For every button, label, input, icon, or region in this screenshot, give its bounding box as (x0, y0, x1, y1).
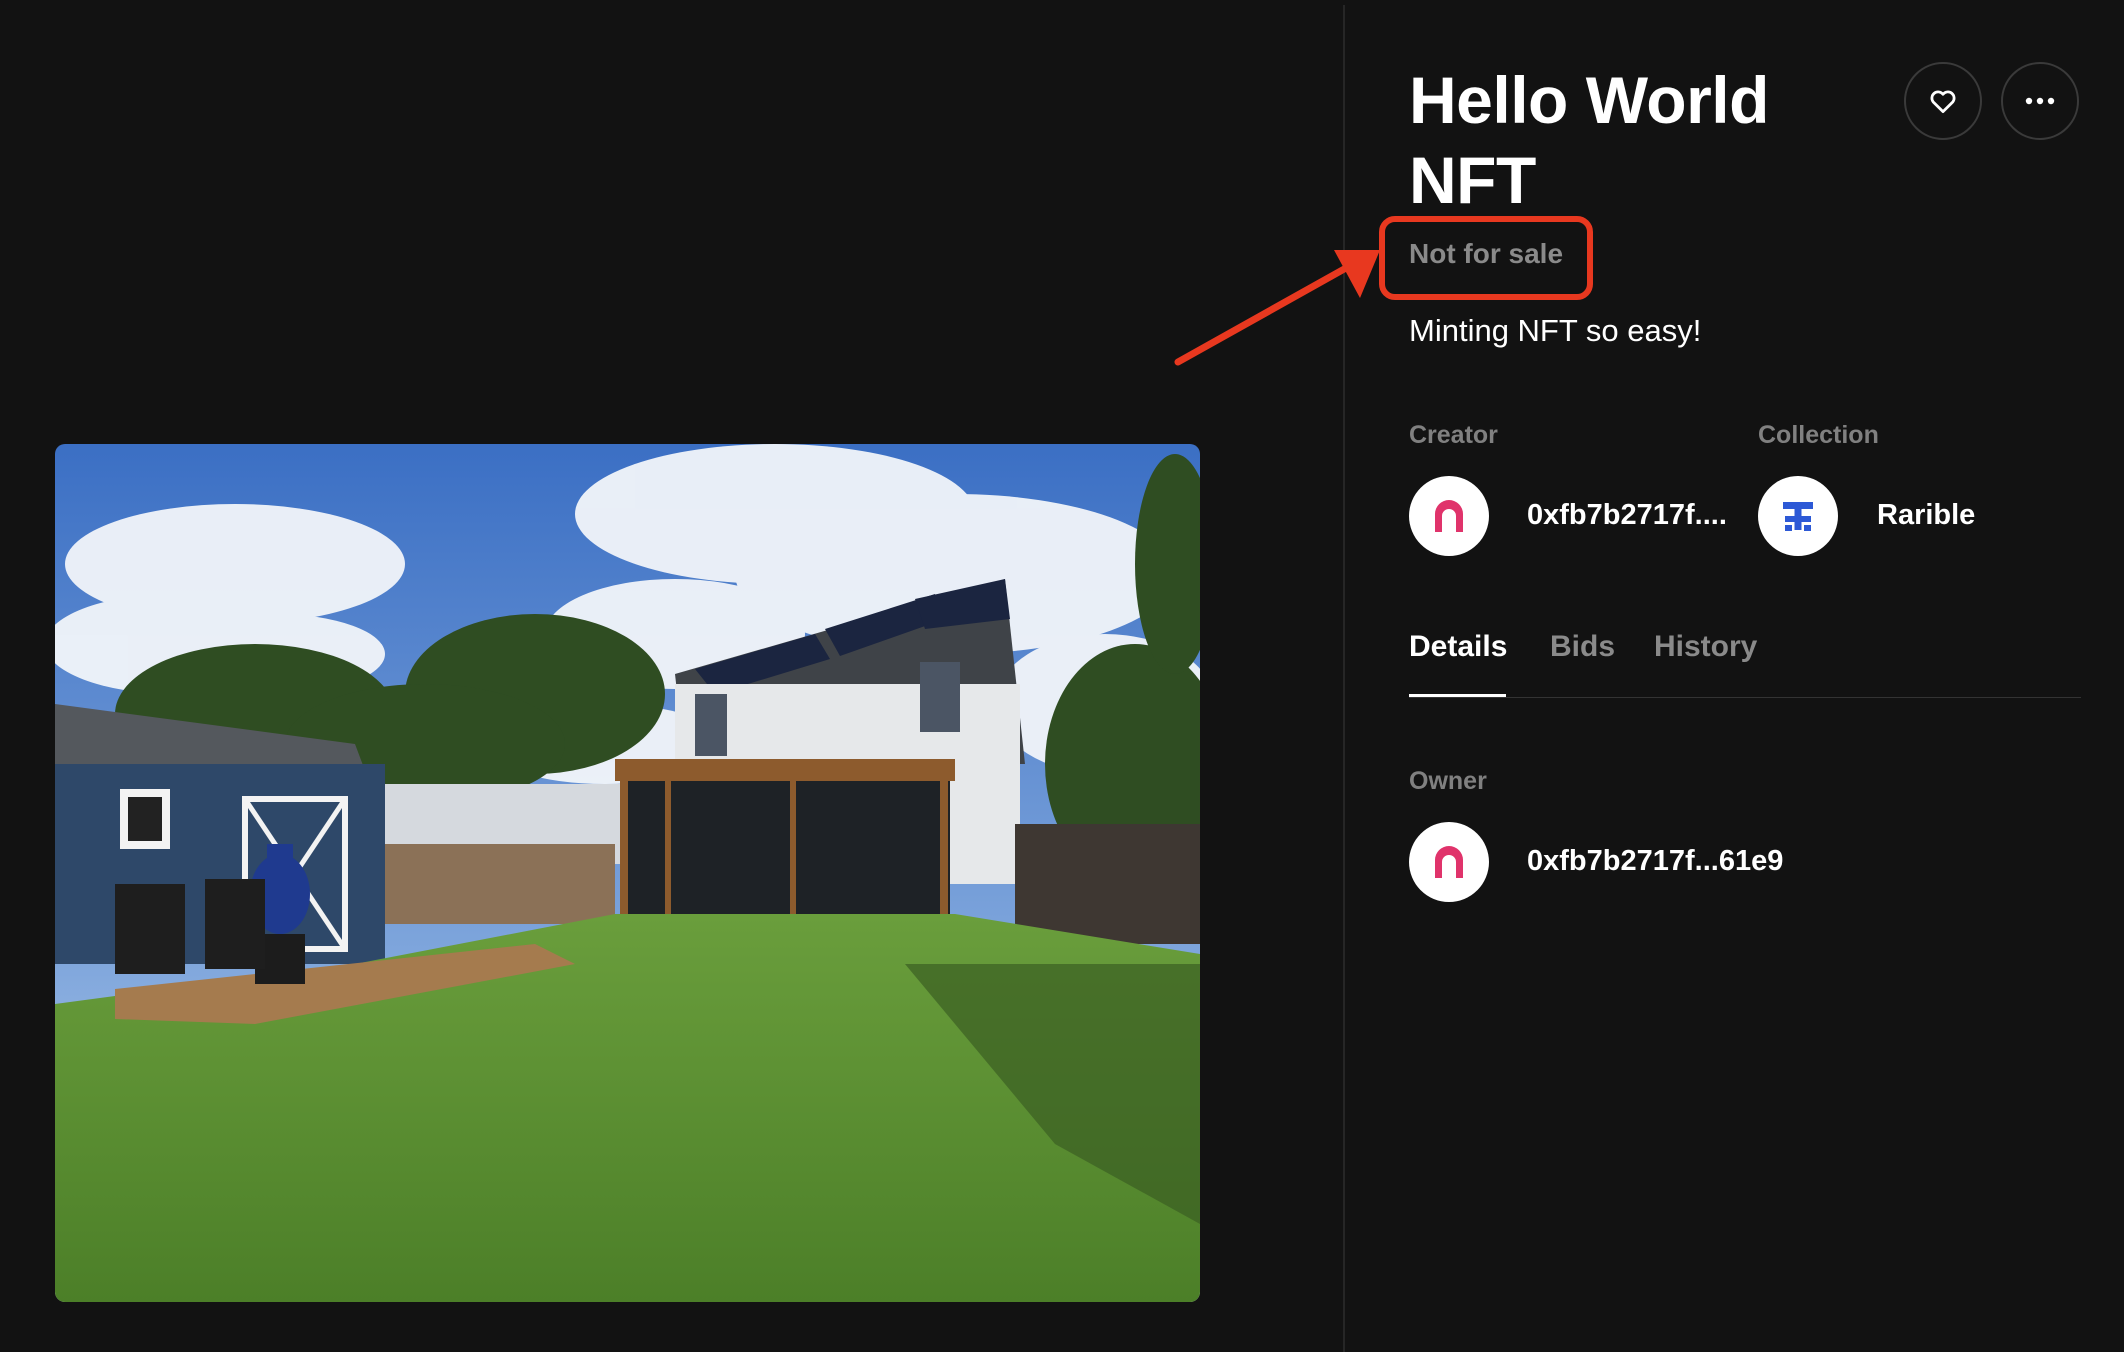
nft-artwork-image[interactable] (55, 444, 1200, 1302)
arch-avatar-icon (1435, 846, 1463, 878)
owner-address-link[interactable]: 0xfb7b2717f...61e9 (1527, 845, 1783, 878)
owner-label: Owner (1409, 767, 1487, 795)
more-horizontal-icon (2025, 97, 2055, 105)
rarible-logo-icon (1783, 502, 1813, 531)
annotation-arrow-icon (1174, 250, 1380, 366)
creator-address-link[interactable]: 0xfb7b2717f.... (1527, 499, 1727, 532)
nft-title: Hello World NFT (1409, 63, 1769, 217)
tab-history[interactable]: History (1654, 630, 1757, 664)
owner-avatar[interactable] (1409, 822, 1489, 902)
nft-description: Minting NFT so easy! (1409, 313, 1702, 348)
tabs-divider (1409, 697, 2081, 698)
tab-details[interactable]: Details (1409, 630, 1507, 664)
more-options-button[interactable] (2001, 62, 2079, 140)
arch-avatar-icon (1435, 500, 1463, 532)
creator-label: Creator (1409, 421, 1498, 449)
collection-avatar[interactable] (1758, 476, 1838, 556)
heart-icon (1930, 90, 1956, 113)
tab-bids[interactable]: Bids (1550, 630, 1615, 664)
like-button[interactable] (1904, 62, 1982, 140)
panel-divider (1343, 5, 1345, 1352)
creator-avatar[interactable] (1409, 476, 1489, 556)
collection-label: Collection (1758, 421, 1879, 449)
collection-name-link[interactable]: Rarible (1877, 499, 1975, 532)
annotation-highlight-box (1379, 216, 1593, 300)
